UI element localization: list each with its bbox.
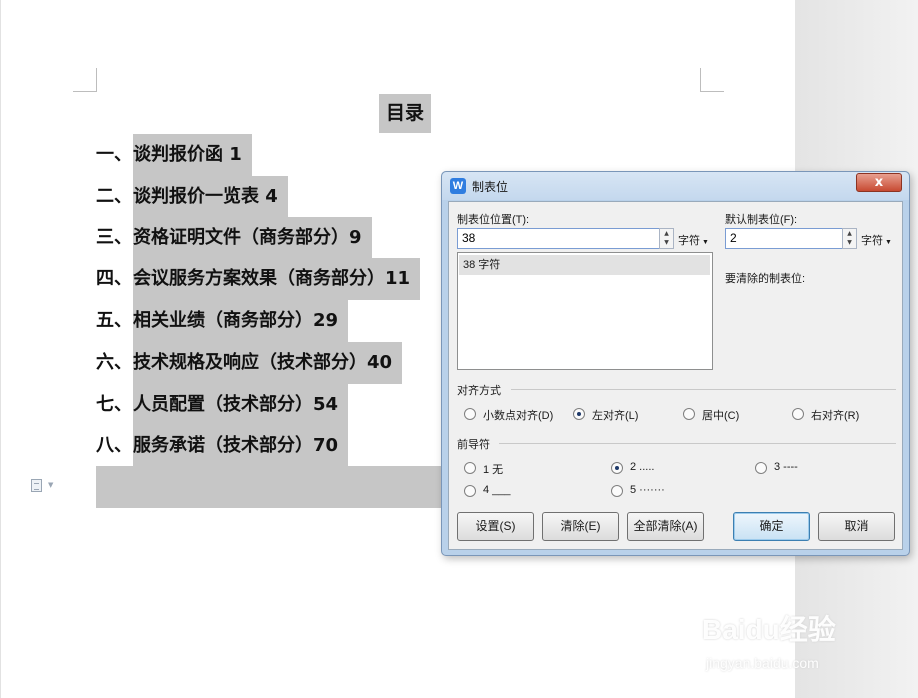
spin-up-icon[interactable]: ▲ — [660, 229, 673, 238]
leader-group-label: 前导符 — [457, 439, 490, 451]
cancel-button[interactable]: 取消 — [818, 512, 895, 541]
group-divider — [511, 389, 896, 390]
toc-number: 六、 — [96, 352, 132, 373]
align-decimal-radio[interactable] — [464, 408, 476, 420]
toc-line: 一、 谈判报价函 1 — [96, 134, 252, 176]
default-tab-unit[interactable]: 字符 ▼ — [861, 232, 892, 248]
tab-stop-list[interactable]: 38 字符 — [457, 252, 713, 370]
selection-highlight — [96, 466, 446, 508]
tab-position-label: 制表位位置(T): — [457, 214, 530, 226]
tab-position-unit[interactable]: 字符 ▼ — [678, 232, 709, 248]
toc-entry: 服务承诺（技术部分）70 — [133, 425, 349, 467]
leader-dots-radio[interactable] — [611, 462, 623, 474]
toc-line: 八、 服务承诺（技术部分）70 — [96, 425, 349, 467]
toc-entry: 会议服务方案效果（商务部分）11 — [133, 258, 421, 300]
toc-line: 六、 技术规格及响应（技术部分）40 — [96, 342, 403, 384]
toc-entry: 谈判报价一览表 4 — [133, 176, 288, 218]
watermark-logo: Baidu经验 — [702, 614, 836, 645]
clear-tabs-label: 要清除的制表位: — [725, 273, 806, 285]
align-decimal-label[interactable]: 小数点对齐(D) — [483, 407, 553, 423]
doc-icon[interactable] — [31, 479, 42, 492]
toc-line: 四、 会议服务方案效果（商务部分）11 — [96, 258, 421, 300]
toc-entry: 技术规格及响应（技术部分）40 — [133, 342, 403, 384]
toc-number: 八、 — [96, 435, 132, 456]
toc-line: 五、 相关业绩（商务部分）29 — [96, 300, 349, 342]
clear-all-button[interactable]: 全部清除(A) — [627, 512, 704, 541]
leader-dashes-radio[interactable] — [755, 462, 767, 474]
clear-button[interactable]: 清除(E) — [542, 512, 619, 541]
dialog-body: 制表位位置(T): 38 ▲ ▼ 字符 ▼ 38 字符 默认制表位(F): 2 … — [448, 201, 903, 550]
leader-dots-label[interactable]: 2 ..... — [630, 461, 654, 473]
toc-line: 七、 人员配置（技术部分）54 — [96, 384, 349, 426]
toc-number: 四、 — [96, 268, 132, 289]
leader-none-label[interactable]: 1 无 — [483, 461, 503, 477]
unit-label: 字符 — [678, 235, 700, 247]
align-right-radio[interactable] — [792, 408, 804, 420]
toc-number: 三、 — [96, 227, 132, 248]
margin-corner-top-left — [73, 68, 97, 92]
ok-button[interactable]: 确定 — [733, 512, 810, 541]
align-left-radio[interactable] — [573, 408, 585, 420]
toc-line: 三、 资格证明文件（商务部分）9 — [96, 217, 372, 259]
dropdown-icon: ▼ — [883, 239, 892, 246]
chevron-down-icon[interactable]: ▼ — [48, 481, 53, 489]
set-button[interactable]: 设置(S) — [457, 512, 534, 541]
dialog-title: 制表位 — [472, 180, 509, 194]
leader-none-radio[interactable] — [464, 462, 476, 474]
default-tab-label: 默认制表位(F): — [725, 214, 798, 226]
dialog-titlebar[interactable]: W 制表位 x — [442, 172, 909, 200]
watermark-url: jingyan.baidu.com — [706, 655, 819, 671]
tab-position-spinner[interactable]: ▲ ▼ — [659, 228, 674, 249]
leader-dashes-label[interactable]: 3 ---- — [774, 461, 798, 473]
toc-entry: 人员配置（技术部分）54 — [133, 384, 349, 426]
toc-number: 五、 — [96, 310, 132, 331]
app-icon: W — [450, 178, 466, 194]
toc-number: 七、 — [96, 394, 132, 415]
leader-middots-label[interactable]: 5 ······· — [630, 484, 665, 496]
spin-down-icon[interactable]: ▼ — [660, 238, 673, 247]
close-icon[interactable]: x — [856, 173, 902, 192]
toc-number: 一、 — [96, 144, 132, 165]
default-tab-spinner[interactable]: ▲ ▼ — [842, 228, 857, 249]
toc-title: 目录 — [379, 94, 432, 133]
leader-middots-radio[interactable] — [611, 485, 623, 497]
toc-entry: 资格证明文件（商务部分）9 — [133, 217, 372, 259]
group-divider — [499, 443, 896, 444]
align-right-label[interactable]: 右对齐(R) — [811, 407, 859, 423]
tab-position-input[interactable]: 38 — [457, 228, 666, 249]
leader-underline-label[interactable]: 4 ___ — [483, 484, 511, 496]
toc-entry: 谈判报价函 1 — [133, 134, 252, 176]
toc-entry: 相关业绩（商务部分）29 — [133, 300, 349, 342]
tab-stops-dialog: W 制表位 x 制表位位置(T): 38 ▲ ▼ 字符 ▼ 38 字符 默认制表… — [441, 171, 910, 556]
list-item[interactable]: 38 字符 — [459, 255, 710, 275]
align-left-label[interactable]: 左对齐(L) — [592, 407, 638, 423]
spin-down-icon[interactable]: ▼ — [843, 238, 856, 247]
toc-number: 二、 — [96, 186, 132, 207]
spin-up-icon[interactable]: ▲ — [843, 229, 856, 238]
toc-line: 二、 谈判报价一览表 4 — [96, 176, 288, 218]
alignment-group-label: 对齐方式 — [457, 385, 501, 397]
unit-label: 字符 — [861, 235, 883, 247]
dropdown-icon: ▼ — [700, 239, 709, 246]
align-center-radio[interactable] — [683, 408, 695, 420]
align-center-label[interactable]: 居中(C) — [702, 407, 739, 423]
leader-underline-radio[interactable] — [464, 485, 476, 497]
default-tab-input[interactable]: 2 — [725, 228, 849, 249]
margin-corner-top-right — [700, 68, 724, 92]
